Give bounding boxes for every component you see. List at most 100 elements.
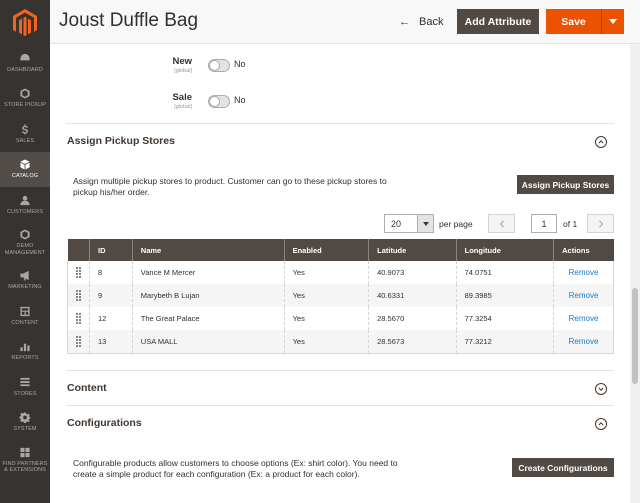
per-page-label: per page [439,219,473,229]
sidebar-item-dashboard[interactable]: DASHBOARD [0,45,50,81]
sale-toggle-value: No [234,95,246,105]
drag-handle-icon[interactable] [76,290,81,301]
sale-toggle[interactable] [208,95,230,108]
page-total: of 1 [563,219,578,229]
field-sale: Sale [global] No [50,92,350,116]
cell-name: Marybeth B Lujan [131,284,285,307]
sidebar-item-label: MARKETING [8,284,42,291]
new-toggle[interactable] [208,59,230,72]
save-options-toggle[interactable] [601,9,624,34]
cell-enabled: Yes [283,330,369,354]
cell-id: 8 [89,261,133,284]
sidebar-item-content[interactable]: CONTENT [0,298,50,334]
pickup-description: Assign multiple pickup stores to product… [73,176,387,198]
column-header-latitude[interactable]: Latitude [368,239,457,261]
new-toggle-value: No [234,59,246,69]
cell-latitude: 40.9073 [368,261,457,284]
table-row: 8 Vance M Mercer Yes 40.9073 74.0751 Remove [67,261,614,284]
hexagon-icon [19,229,31,240]
collapse-pickup-icon[interactable] [595,136,607,148]
cell-actions: Remove [553,307,614,330]
collapse-configurations-icon[interactable] [595,418,607,430]
cell-id: 9 [89,284,133,307]
sidebar-item-find-partners-extensions[interactable]: FIND PARTNERS & EXTENSIONS [0,440,50,480]
next-page-button[interactable] [587,214,614,233]
assign-pickup-stores-button[interactable]: Assign Pickup Stores [517,175,614,194]
magento-logo[interactable] [0,0,50,45]
cell-latitude: 40.6331 [368,284,457,307]
expand-content-icon[interactable] [595,383,607,395]
table-row: 9 Marybeth B Lujan Yes 40.6331 89.3985 Remove [67,284,614,307]
create-configurations-button[interactable]: Create Configurations [512,458,614,477]
remove-link[interactable]: Remove [569,337,599,346]
save-button[interactable]: Save [546,9,601,34]
admin-sidebar: DASHBOARD STORE PICKUP SALES CATALOG CUSTOME… [0,0,50,503]
per-page-dropdown-button[interactable] [417,215,433,232]
column-header-longitude[interactable]: Longitude [455,239,554,261]
customers-icon [19,195,31,206]
drag-handle-cell[interactable] [67,261,90,284]
column-header-enabled[interactable]: Enabled [283,239,369,261]
page-title: Joust Duffle Bag [59,10,199,31]
sidebar-item-reports[interactable]: REPORTS [0,334,50,370]
sidebar-item-stores[interactable]: STORES [0,369,50,405]
sidebar-item-sales[interactable]: SALES [0,116,50,152]
cell-latitude: 28.5670 [368,307,457,330]
cell-enabled: Yes [283,307,369,330]
sidebar-item-label: SYSTEM [13,426,37,433]
cell-longitude: 77.3212 [455,330,554,354]
page-input[interactable]: 1 [531,214,557,233]
hexagon-icon [19,88,31,99]
sidebar-item-label: DASHBOARD [7,66,43,73]
sidebar-item-label: CATALOG [11,173,39,180]
chevron-left-icon [499,219,504,228]
cell-name: USA MALL [131,330,285,354]
sidebar-item-label: SALES [15,137,35,144]
back-label: Back [419,16,444,28]
pickup-section-title[interactable]: Assign Pickup Stores [67,135,175,147]
page-scrollbar[interactable] [630,44,640,503]
magento-logo-icon [13,8,37,36]
sidebar-item-label: STORE PICKUP [3,102,47,109]
column-header-name[interactable]: Name [131,239,285,261]
toggle-knob [209,96,220,107]
arrow-left-icon: ← [399,16,410,28]
per-page-value: 20 [391,218,402,229]
content-section-title[interactable]: Content [67,382,107,394]
page-header: Joust Duffle Bag ← Back Add Attribute Sa… [50,0,640,44]
column-header-id[interactable]: ID [89,239,133,261]
bar-chart-icon [19,341,31,352]
drag-handle-icon[interactable] [76,313,81,324]
drag-handle-cell[interactable] [67,330,90,354]
remove-link[interactable]: Remove [569,268,599,277]
megaphone-icon [19,270,31,281]
sidebar-item-marketing[interactable]: MARKETING [0,263,50,299]
sidebar-item-store-pickup[interactable]: STORE PICKUP [0,81,50,117]
add-attribute-button[interactable]: Add Attribute [457,9,539,34]
drag-handle-icon[interactable] [76,267,81,278]
sidebar-item-demo-management[interactable]: DEMO MANAGEMENT [0,223,50,263]
remove-link[interactable]: Remove [569,291,599,300]
back-button[interactable]: ← Back [399,12,443,32]
extensions-icon [19,447,31,458]
sidebar-item-catalog[interactable]: CATALOG [0,151,50,187]
sidebar-item-customers[interactable]: CUSTOMERS [0,187,50,223]
stores-icon [19,377,31,388]
field-label-sale: Sale [172,92,192,103]
drag-handle-icon[interactable] [76,335,81,347]
cell-actions: Remove [553,284,614,307]
cell-name: Vance M Mercer [131,261,285,284]
per-page-select[interactable]: 20 [384,214,434,233]
content-icon [19,306,31,317]
column-header-actions: Actions [553,239,614,261]
cell-name: The Great Palace [131,307,285,330]
configurations-section-title[interactable]: Configurations [67,417,142,429]
gear-icon [19,412,31,424]
remove-link[interactable]: Remove [569,314,599,323]
drag-handle-cell[interactable] [67,284,90,307]
sidebar-item-system[interactable]: SYSTEM [0,405,50,441]
cell-id: 13 [89,330,133,354]
scrollbar-thumb[interactable] [632,288,638,384]
prev-page-button[interactable] [488,214,515,233]
drag-handle-cell[interactable] [67,307,90,330]
